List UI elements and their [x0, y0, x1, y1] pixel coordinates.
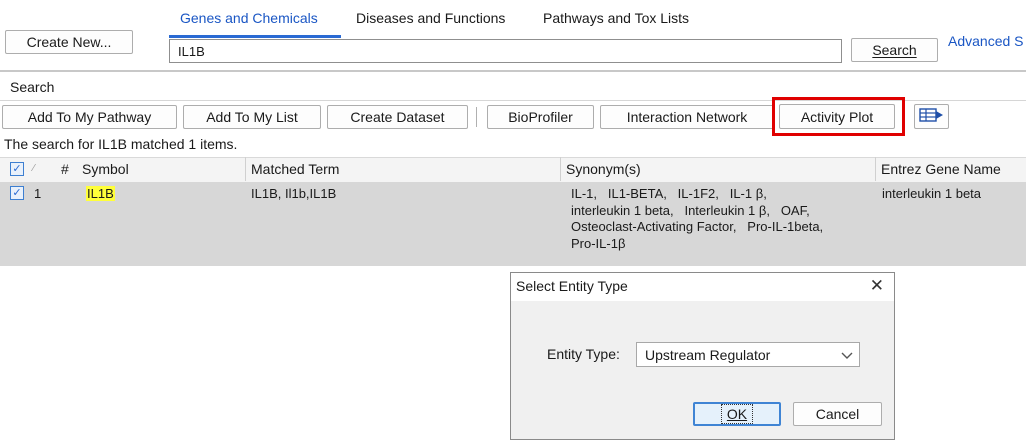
results-summary-text: The search for IL1B matched 1 items.	[4, 136, 238, 152]
synonyms-line: IL-1, IL1-BETA, IL-1F2, IL-1 β,	[571, 186, 767, 201]
search-button-label: Search	[872, 42, 917, 58]
add-to-my-pathway-label: Add To My Pathway	[27, 109, 152, 125]
create-dataset-label: Create Dataset	[350, 109, 445, 125]
search-button[interactable]: Search	[851, 38, 938, 62]
table-row[interactable]	[0, 182, 1026, 266]
toolbar-separator	[476, 107, 477, 127]
column-header-number[interactable]: #	[61, 161, 69, 177]
close-icon[interactable]: ✕	[870, 276, 884, 296]
interaction-network-button[interactable]: Interaction Network	[600, 105, 774, 129]
row-entrez-gene-name: interleukin 1 beta	[882, 186, 981, 201]
dialog-title-bar[interactable]: Select Entity Type ✕	[511, 273, 894, 302]
column-header-entrez-gene-name[interactable]: Entrez Gene Name	[881, 161, 1001, 177]
select-all-checkbox[interactable]: ✓	[10, 162, 24, 176]
add-to-my-pathway-button[interactable]: Add To My Pathway	[2, 105, 177, 129]
select-entity-type-dialog: Select Entity Type ✕ Entity Type: Upstre…	[510, 272, 895, 440]
interaction-network-label: Interaction Network	[626, 109, 748, 125]
search-input[interactable]: IL1B	[169, 39, 842, 63]
add-to-my-list-button[interactable]: Add To My List	[183, 105, 321, 129]
row-synonyms: IL-1, IL1-BETA, IL-1F2, IL-1 β, interleu…	[571, 186, 823, 252]
add-to-my-list-label: Add To My List	[206, 109, 298, 125]
row-checkbox[interactable]: ✓	[10, 186, 24, 200]
ok-button-label: OK	[720, 404, 754, 424]
row-entrez-gene-name-value: interleukin 1 beta	[882, 186, 982, 201]
bioprofiler-label: BioProfiler	[508, 109, 573, 125]
row-number: 1	[34, 186, 41, 201]
entity-type-selected-value: Upstream Regulator	[645, 346, 771, 363]
create-new-label: Create New...	[26, 34, 112, 50]
column-separator	[875, 157, 876, 181]
row-symbol-value: IL1B	[87, 186, 114, 201]
sort-indicator-icon: ⁄	[33, 163, 35, 174]
top-divider	[0, 70, 1026, 72]
tab-diseases-and-functions[interactable]: Diseases and Functions	[356, 10, 505, 26]
synonyms-line: Osteoclast-Activating Factor, Pro-IL-1be…	[571, 219, 824, 234]
search-input-value: IL1B	[178, 43, 205, 59]
cancel-button[interactable]: Cancel	[793, 402, 882, 426]
synonyms-line: interleukin 1 beta, Interleukin 1 β, OAF…	[571, 202, 810, 218]
column-header-entrez-gene-name-label: Entrez Gene Name	[881, 161, 1001, 177]
results-summary: The search for IL1B matched 1 items.	[4, 136, 237, 152]
advanced-search-label: Advanced S	[948, 33, 1024, 49]
ok-button[interactable]: OK	[693, 402, 781, 426]
entity-type-label: Entity Type:	[547, 346, 620, 362]
column-header-synonyms-label: Synonym(s)	[566, 161, 641, 177]
row-number-value: 1	[34, 186, 42, 201]
row-matched-term: IL1B, Il1b,IL1B	[251, 186, 336, 201]
tab-genes-and-chemicals[interactable]: Genes and Chemicals	[180, 10, 318, 26]
bioprofiler-button[interactable]: BioProfiler	[487, 105, 594, 129]
column-header-symbol[interactable]: Symbol	[82, 161, 129, 177]
active-tab-indicator	[169, 35, 341, 38]
advanced-search-link[interactable]: Advanced S	[948, 33, 1024, 49]
tab-genes-and-chemicals-label: Genes and Chemicals	[180, 10, 318, 26]
row-symbol[interactable]: IL1B	[86, 186, 115, 201]
search-section-text: Search	[10, 79, 55, 95]
tab-pathways-and-tox-lists[interactable]: Pathways and Tox Lists	[543, 10, 689, 26]
column-separator	[245, 157, 246, 181]
column-header-number-label: #	[61, 161, 69, 177]
create-dataset-button[interactable]: Create Dataset	[327, 105, 468, 129]
results-table-header	[0, 157, 1026, 183]
cancel-button-label: Cancel	[815, 406, 860, 422]
column-separator	[560, 157, 561, 181]
column-header-matched-term-label: Matched Term	[251, 161, 340, 177]
search-section-label: Search	[10, 79, 54, 95]
synonyms-line: Pro-IL-1β	[571, 235, 626, 251]
column-header-synonyms[interactable]: Synonym(s)	[566, 161, 641, 177]
chevron-down-icon	[841, 348, 853, 364]
dialog-title: Select Entity Type	[516, 278, 628, 294]
create-new-button[interactable]: Create New...	[5, 30, 133, 54]
activity-plot-label: Activity Plot	[800, 108, 874, 125]
tab-diseases-and-functions-label: Diseases and Functions	[356, 10, 506, 26]
column-header-matched-term[interactable]: Matched Term	[251, 161, 339, 177]
activity-plot-button[interactable]: Activity Plot	[779, 104, 895, 129]
row-matched-term-value: IL1B, Il1b,IL1B	[251, 186, 337, 201]
tab-pathways-and-tox-lists-label: Pathways and Tox Lists	[543, 10, 690, 26]
export-columns-button[interactable]	[914, 104, 949, 129]
entity-type-select[interactable]: Upstream Regulator	[636, 342, 860, 367]
table-export-icon	[918, 107, 945, 126]
column-header-symbol-label: Symbol	[82, 161, 129, 177]
